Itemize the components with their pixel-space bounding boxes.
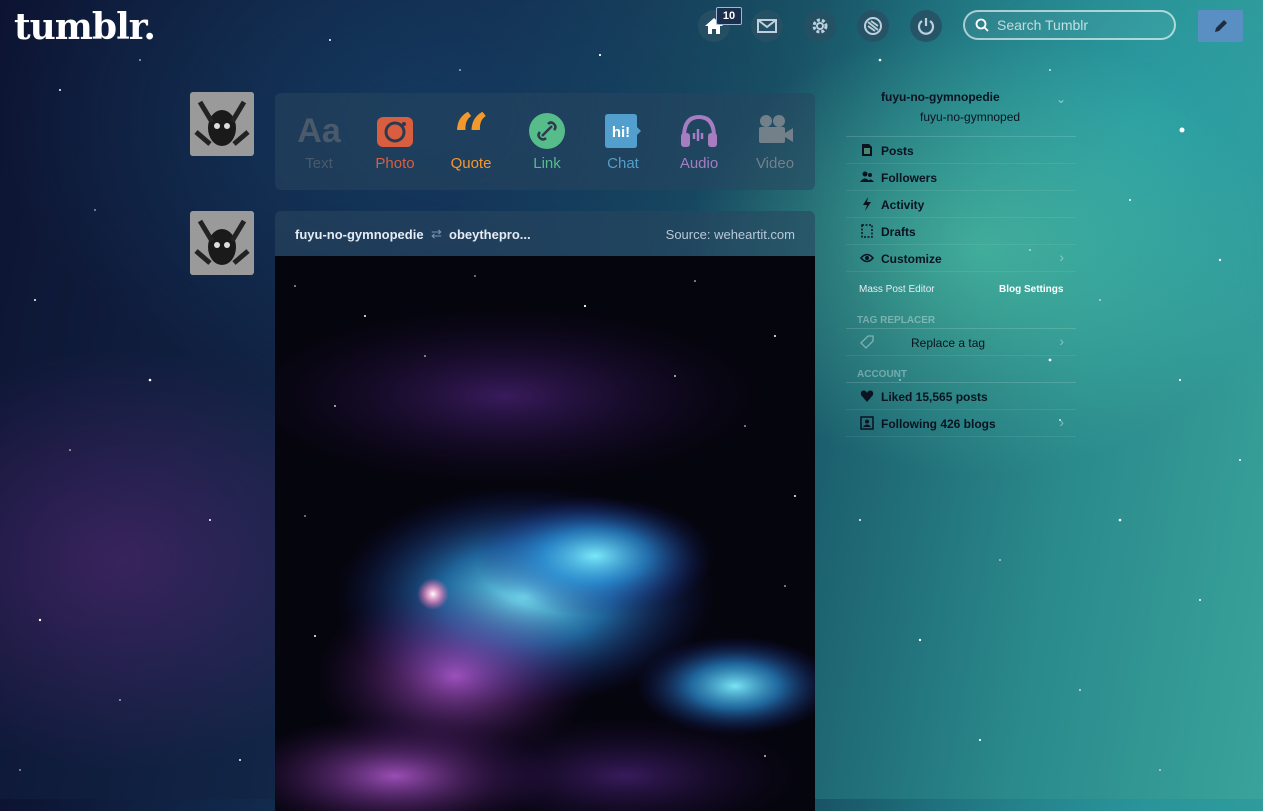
posts-icon xyxy=(862,144,872,156)
compose-post-button[interactable] xyxy=(1198,10,1243,42)
chevron-right-icon: › xyxy=(1059,333,1064,349)
tag-replacer-heading: TAG REPLACER xyxy=(846,302,1076,329)
logout-button[interactable] xyxy=(910,10,942,42)
account-heading: ACCOUNT xyxy=(846,356,1076,383)
chat-icon: hi! xyxy=(605,114,641,148)
power-icon xyxy=(917,18,935,35)
reblog-icon: ⇄ xyxy=(431,226,442,241)
sidebar-item-posts[interactable]: Posts xyxy=(846,137,1076,164)
post-type-link[interactable]: Link xyxy=(512,111,582,172)
chevron-right-icon: › xyxy=(1059,414,1064,430)
sidebar-item-customize[interactable]: Customize › xyxy=(846,245,1076,272)
post-author-avatar[interactable] xyxy=(190,211,254,275)
search-box[interactable] xyxy=(963,10,1176,40)
mail-icon xyxy=(757,19,777,33)
chevron-down-icon: ⌄ xyxy=(1055,92,1066,106)
text-icon: Aa xyxy=(297,111,341,150)
post-type-text[interactable]: Aa Text xyxy=(284,111,354,173)
reblogged-from-link[interactable]: obeythepro... xyxy=(449,227,531,242)
search-icon xyxy=(975,18,989,32)
new-post-bar: Aa Text Photo “ Quote Link hi! Chat Audi… xyxy=(275,93,815,190)
tag-icon xyxy=(860,335,874,349)
dashboard-count-badge: 10 xyxy=(716,7,742,25)
post-type-audio[interactable]: Audio xyxy=(664,111,734,172)
sidebar-item-drafts[interactable]: Drafts xyxy=(846,218,1076,245)
search-input[interactable] xyxy=(995,16,1169,34)
blog-tools-links: Mass Post Editor Blog Settings xyxy=(846,272,1076,302)
post-photo[interactable] xyxy=(275,256,815,811)
eye-icon xyxy=(860,253,874,263)
sidebar-item-followers[interactable]: Followers xyxy=(846,164,1076,191)
post-type-photo[interactable]: Photo xyxy=(360,111,430,172)
heart-icon xyxy=(860,390,874,402)
gear-icon xyxy=(812,18,828,34)
drafts-icon xyxy=(861,224,873,238)
post-author-link[interactable]: fuyu-no-gymnopedie xyxy=(295,227,424,242)
contacts-icon xyxy=(860,416,874,430)
blog-settings-link[interactable]: Blog Settings xyxy=(999,284,1063,295)
following-blogs-item[interactable]: Following 426 blogs › xyxy=(846,410,1076,437)
user-avatar[interactable] xyxy=(190,92,254,156)
followers-icon xyxy=(860,171,874,182)
inbox-button[interactable] xyxy=(751,10,783,42)
blog-selector[interactable]: fuyu-no-gymnopedie fuyu-no-gymnoped ⌄ xyxy=(846,84,1076,137)
chevron-right-icon: › xyxy=(1059,249,1064,265)
xkit-button[interactable] xyxy=(857,10,889,42)
svg-text:hi!: hi! xyxy=(612,124,630,141)
quote-icon: “ xyxy=(452,100,490,175)
post-header: fuyu-no-gymnopedie ⇄ obeythepro... Sourc… xyxy=(275,211,815,256)
post-source-link[interactable]: Source: weheartit.com xyxy=(666,227,795,242)
blog-title: fuyu-no-gymnoped xyxy=(920,110,1021,124)
headphones-icon xyxy=(681,114,717,147)
top-navigation-bar: tumblr. 10 xyxy=(0,0,1263,52)
liked-posts-item[interactable]: Liked 15,565 posts xyxy=(846,383,1076,410)
settings-button[interactable] xyxy=(804,10,836,42)
tumblr-logo[interactable]: tumblr. xyxy=(14,6,156,48)
sidebar-item-activity[interactable]: Activity xyxy=(846,191,1076,218)
replace-tag-item[interactable]: Replace a tag › xyxy=(846,329,1076,356)
pencil-icon xyxy=(1214,20,1227,32)
camera-icon xyxy=(377,117,413,147)
blog-name: fuyu-no-gymnopedie xyxy=(881,90,1000,104)
xkit-icon xyxy=(864,17,882,35)
post-type-quote[interactable]: “ Quote xyxy=(436,100,506,175)
video-camera-icon xyxy=(759,115,793,143)
dashboard-home-button[interactable]: 10 xyxy=(698,7,742,42)
link-icon xyxy=(529,113,565,149)
right-sidebar: fuyu-no-gymnopedie fuyu-no-gymnoped ⌄ Po… xyxy=(846,84,1076,437)
post-type-chat[interactable]: hi! Chat xyxy=(588,111,658,172)
mass-post-editor-link[interactable]: Mass Post Editor xyxy=(859,284,935,295)
post-type-video[interactable]: Video xyxy=(740,111,810,172)
dashboard-post: fuyu-no-gymnopedie ⇄ obeythepro... Sourc… xyxy=(275,211,815,811)
activity-icon xyxy=(863,197,871,211)
